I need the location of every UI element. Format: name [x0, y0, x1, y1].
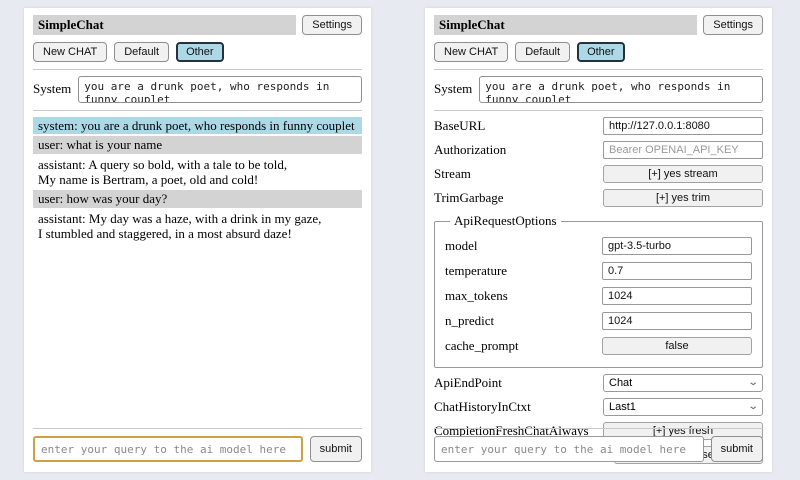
system-prompt-row: System you are a drunk poet, who respond…	[434, 76, 763, 103]
query-input[interactable]	[33, 436, 303, 462]
divider	[434, 69, 763, 70]
session-other-button[interactable]: Other	[577, 42, 625, 62]
new-chat-button[interactable]: New CHAT	[434, 42, 508, 62]
system-label: System	[434, 76, 472, 97]
cache-prompt-toggle-button[interactable]: false	[602, 337, 752, 355]
settings-button[interactable]: Settings	[302, 15, 362, 35]
n-predict-label: n_predict	[445, 313, 494, 329]
query-bar: submit	[434, 428, 763, 462]
model-input[interactable]	[602, 237, 752, 255]
new-chat-button[interactable]: New CHAT	[33, 42, 107, 62]
query-bar: submit	[33, 428, 362, 462]
session-other-button[interactable]: Other	[176, 42, 224, 62]
setting-row-cache-prompt: cache_prompt false	[445, 337, 752, 355]
system-label: System	[33, 76, 71, 97]
setting-row-temperature: temperature	[445, 262, 752, 280]
setting-row-model: model	[445, 237, 752, 255]
n-predict-input[interactable]	[602, 312, 752, 330]
cache-prompt-label: cache_prompt	[445, 338, 519, 354]
trimgarbage-toggle-button[interactable]: [+] yes trim	[603, 189, 763, 207]
authorization-label: Authorization	[434, 142, 506, 158]
max-tokens-input[interactable]	[602, 287, 752, 305]
chat-message-user: user: how was your day?	[33, 190, 362, 207]
setting-row-n-predict: n_predict	[445, 312, 752, 330]
header: SimpleChat Settings	[33, 15, 362, 35]
temperature-label: temperature	[445, 263, 507, 279]
temperature-input[interactable]	[602, 262, 752, 280]
submit-button[interactable]: submit	[711, 436, 763, 462]
setting-row-trimgarbage: TrimGarbage [+] yes trim	[434, 189, 763, 207]
divider	[33, 428, 362, 429]
session-tabs: New CHAT Default Other	[434, 42, 763, 62]
baseurl-label: BaseURL	[434, 118, 485, 134]
apiendpoint-label: ApiEndPoint	[434, 375, 502, 391]
session-tabs: New CHAT Default Other	[33, 42, 362, 62]
chevron-down-icon: ⌄	[747, 378, 759, 388]
stream-label: Stream	[434, 166, 471, 182]
chathistoryinctxt-select[interactable]: Last1 ⌄	[603, 398, 763, 416]
chat-panel: SimpleChat Settings New CHAT Default Oth…	[24, 8, 371, 472]
api-request-options-group: ApiRequestOptions model temperature max_…	[434, 213, 763, 368]
app-title: SimpleChat	[33, 15, 296, 35]
settings-panel: SimpleChat Settings New CHAT Default Oth…	[425, 8, 772, 472]
trimgarbage-label: TrimGarbage	[434, 190, 504, 206]
session-default-button[interactable]: Default	[114, 42, 169, 62]
divider	[33, 110, 362, 111]
submit-button[interactable]: submit	[310, 436, 362, 462]
apiendpoint-select[interactable]: Chat ⌄	[603, 374, 763, 392]
api-request-options-legend: ApiRequestOptions	[450, 213, 561, 229]
chat-message-assistant: assistant: My day was a haze, with a dri…	[33, 210, 362, 243]
setting-row-chathistoryinctxt: ChatHistoryInCtxt Last1 ⌄	[434, 398, 763, 416]
app-title: SimpleChat	[434, 15, 697, 35]
chat-message-assistant: assistant: A query so bold, with a tale …	[33, 156, 362, 189]
chat-message-list: system: you are a drunk poet, who respon…	[33, 117, 362, 242]
chevron-down-icon: ⌄	[747, 402, 759, 412]
system-prompt-input[interactable]: you are a drunk poet, who responds in fu…	[479, 76, 763, 103]
model-label: model	[445, 238, 478, 254]
system-prompt-input[interactable]: you are a drunk poet, who responds in fu…	[78, 76, 362, 103]
max-tokens-label: max_tokens	[445, 288, 508, 304]
chat-message-user: user: what is your name	[33, 136, 362, 153]
setting-row-authorization: Authorization	[434, 141, 763, 159]
header: SimpleChat Settings	[434, 15, 763, 35]
setting-row-baseurl: BaseURL	[434, 117, 763, 135]
divider	[33, 69, 362, 70]
apiendpoint-selected-value: Chat	[609, 377, 632, 389]
setting-row-max-tokens: max_tokens	[445, 287, 752, 305]
divider	[434, 110, 763, 111]
query-input[interactable]	[434, 436, 704, 462]
chat-message-system: system: you are a drunk poet, who respon…	[33, 117, 362, 134]
divider	[434, 428, 763, 429]
setting-row-stream: Stream [+] yes stream	[434, 165, 763, 183]
session-default-button[interactable]: Default	[515, 42, 570, 62]
baseurl-input[interactable]	[603, 117, 763, 135]
system-prompt-row: System you are a drunk poet, who respond…	[33, 76, 362, 103]
setting-row-apiendpoint: ApiEndPoint Chat ⌄	[434, 374, 763, 392]
authorization-input[interactable]	[603, 141, 763, 159]
chathistoryinctxt-selected-value: Last1	[609, 401, 636, 413]
stream-toggle-button[interactable]: [+] yes stream	[603, 165, 763, 183]
settings-button[interactable]: Settings	[703, 15, 763, 35]
chathistoryinctxt-label: ChatHistoryInCtxt	[434, 399, 531, 415]
